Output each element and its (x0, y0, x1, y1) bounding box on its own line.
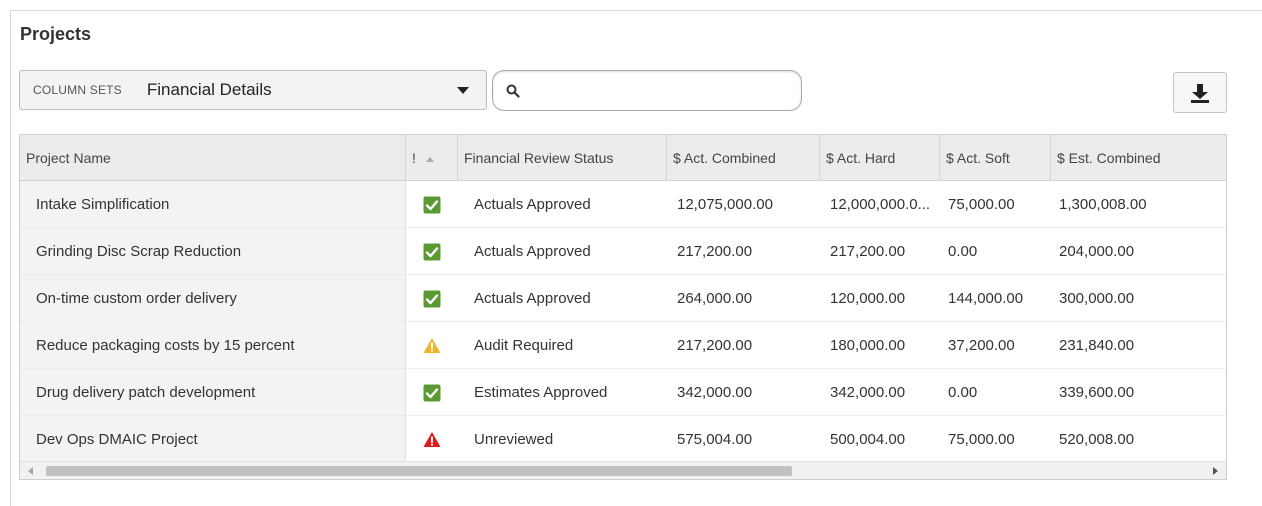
column-sets-value: Financial Details (146, 80, 272, 99)
cell-flag (406, 322, 458, 369)
cell-act-hard: 500,004.00 (830, 431, 906, 448)
cell-project-name: Intake Simplification (20, 181, 406, 228)
cell-est-combined: 1,300,008.00 (1059, 196, 1147, 213)
col-project-name[interactable]: Project Name (20, 135, 406, 181)
cell-status: Estimates Approved (474, 384, 608, 401)
download-button[interactable] (1173, 72, 1227, 113)
chevron-down-icon (457, 87, 469, 94)
cell-act-combined: 575,004.00 (677, 431, 753, 448)
cell-act-soft: 0.00 (948, 384, 978, 401)
cell-act-soft: 0.00 (948, 243, 978, 260)
cell-act-soft: 144,000.00 (948, 290, 1024, 307)
cell-act-combined: 12,075,000.00 (677, 196, 773, 213)
cell-flag (406, 416, 458, 463)
scrollbar-thumb[interactable] (46, 466, 792, 476)
cell-act-hard: 217,200.00 (830, 243, 906, 260)
cell-project-name: Dev Ops DMAIC Project (20, 416, 406, 463)
cell-project-name: Reduce packaging costs by 15 percent (20, 322, 406, 369)
table-row[interactable]: Intake Simplification Actuals Approved 12,… (20, 181, 1226, 228)
cell-est-combined: 520,008.00 (1059, 431, 1135, 448)
check-square-icon (423, 196, 441, 214)
cell-act-hard: 342,000.00 (830, 384, 906, 401)
check-square-icon (423, 243, 441, 261)
cell-flag (406, 275, 458, 322)
cell-status: Actuals Approved (474, 290, 591, 307)
cell-act-combined: 342,000.00 (677, 384, 753, 401)
col-act-soft[interactable]: $ Act. Soft (940, 135, 1051, 181)
cell-status: Unreviewed (474, 431, 554, 448)
search-input[interactable] (527, 79, 787, 103)
cell-act-soft: 37,200.00 (948, 337, 1015, 354)
col-est-combined[interactable]: $ Est. Combined (1051, 135, 1226, 181)
cell-project-name: Drug delivery patch development (20, 369, 406, 416)
col-flag[interactable]: ! (406, 135, 458, 181)
column-sets-label: COLUMN SETS (33, 83, 122, 97)
download-icon (1191, 83, 1209, 103)
cell-flag (406, 369, 458, 416)
table-row[interactable]: Grinding Disc Scrap Reduction Actuals App… (20, 228, 1226, 275)
col-flag-label: ! (412, 150, 416, 166)
cell-status: Actuals Approved (474, 196, 591, 213)
search-box[interactable] (492, 70, 802, 111)
cell-flag (406, 181, 458, 228)
table-row[interactable]: On-time custom order delivery Actuals App… (20, 275, 1226, 322)
cell-est-combined: 300,000.00 (1059, 290, 1135, 307)
cell-act-combined: 264,000.00 (677, 290, 753, 307)
cell-est-combined: 339,600.00 (1059, 384, 1135, 401)
col-act-hard[interactable]: $ Act. Hard (820, 135, 940, 181)
cell-status: Audit Required (474, 337, 574, 354)
alert-triangle-icon (423, 431, 441, 448)
cell-act-combined: 217,200.00 (677, 243, 753, 260)
col-act-combined[interactable]: $ Act. Combined (667, 135, 820, 181)
sort-asc-icon (425, 156, 434, 162)
cell-act-soft: 75,000.00 (948, 431, 1015, 448)
horizontal-scrollbar[interactable] (20, 461, 1226, 479)
cell-project-name: Grinding Disc Scrap Reduction (20, 228, 406, 275)
cell-act-soft: 75,000.00 (948, 196, 1015, 213)
cell-project-name: On-time custom order delivery (20, 275, 406, 322)
table-row[interactable]: Dev Ops DMAIC Project Unreviewed 575,004.0… (20, 416, 1226, 463)
cell-flag (406, 228, 458, 275)
projects-table: Project Name ! Financial Review Status $… (19, 134, 1227, 480)
page-title: Projects (20, 24, 92, 44)
check-square-icon (423, 290, 441, 308)
check-square-icon (423, 384, 441, 402)
table-row[interactable]: Reduce packaging costs by 15 percent Audi… (20, 322, 1226, 369)
cell-est-combined: 231,840.00 (1059, 337, 1135, 354)
cell-act-hard: 120,000.00 (830, 290, 906, 307)
col-financial-review-status[interactable]: Financial Review Status (458, 135, 667, 181)
cell-act-combined: 217,200.00 (677, 337, 753, 354)
search-icon (506, 84, 520, 98)
cell-act-hard: 12,000,000.0... (830, 196, 931, 213)
warning-triangle-icon (423, 337, 441, 354)
cell-est-combined: 204,000.00 (1059, 243, 1135, 260)
scroll-left-icon[interactable] (28, 467, 33, 475)
scroll-right-icon[interactable] (1213, 467, 1218, 475)
cell-status: Actuals Approved (474, 243, 591, 260)
cell-act-hard: 180,000.00 (830, 337, 906, 354)
column-sets-dropdown[interactable]: COLUMN SETS Financial Details (19, 70, 487, 110)
table-row[interactable]: Drug delivery patch development Estimates… (20, 369, 1226, 416)
table-header: Project Name ! Financial Review Status $… (20, 135, 1226, 181)
